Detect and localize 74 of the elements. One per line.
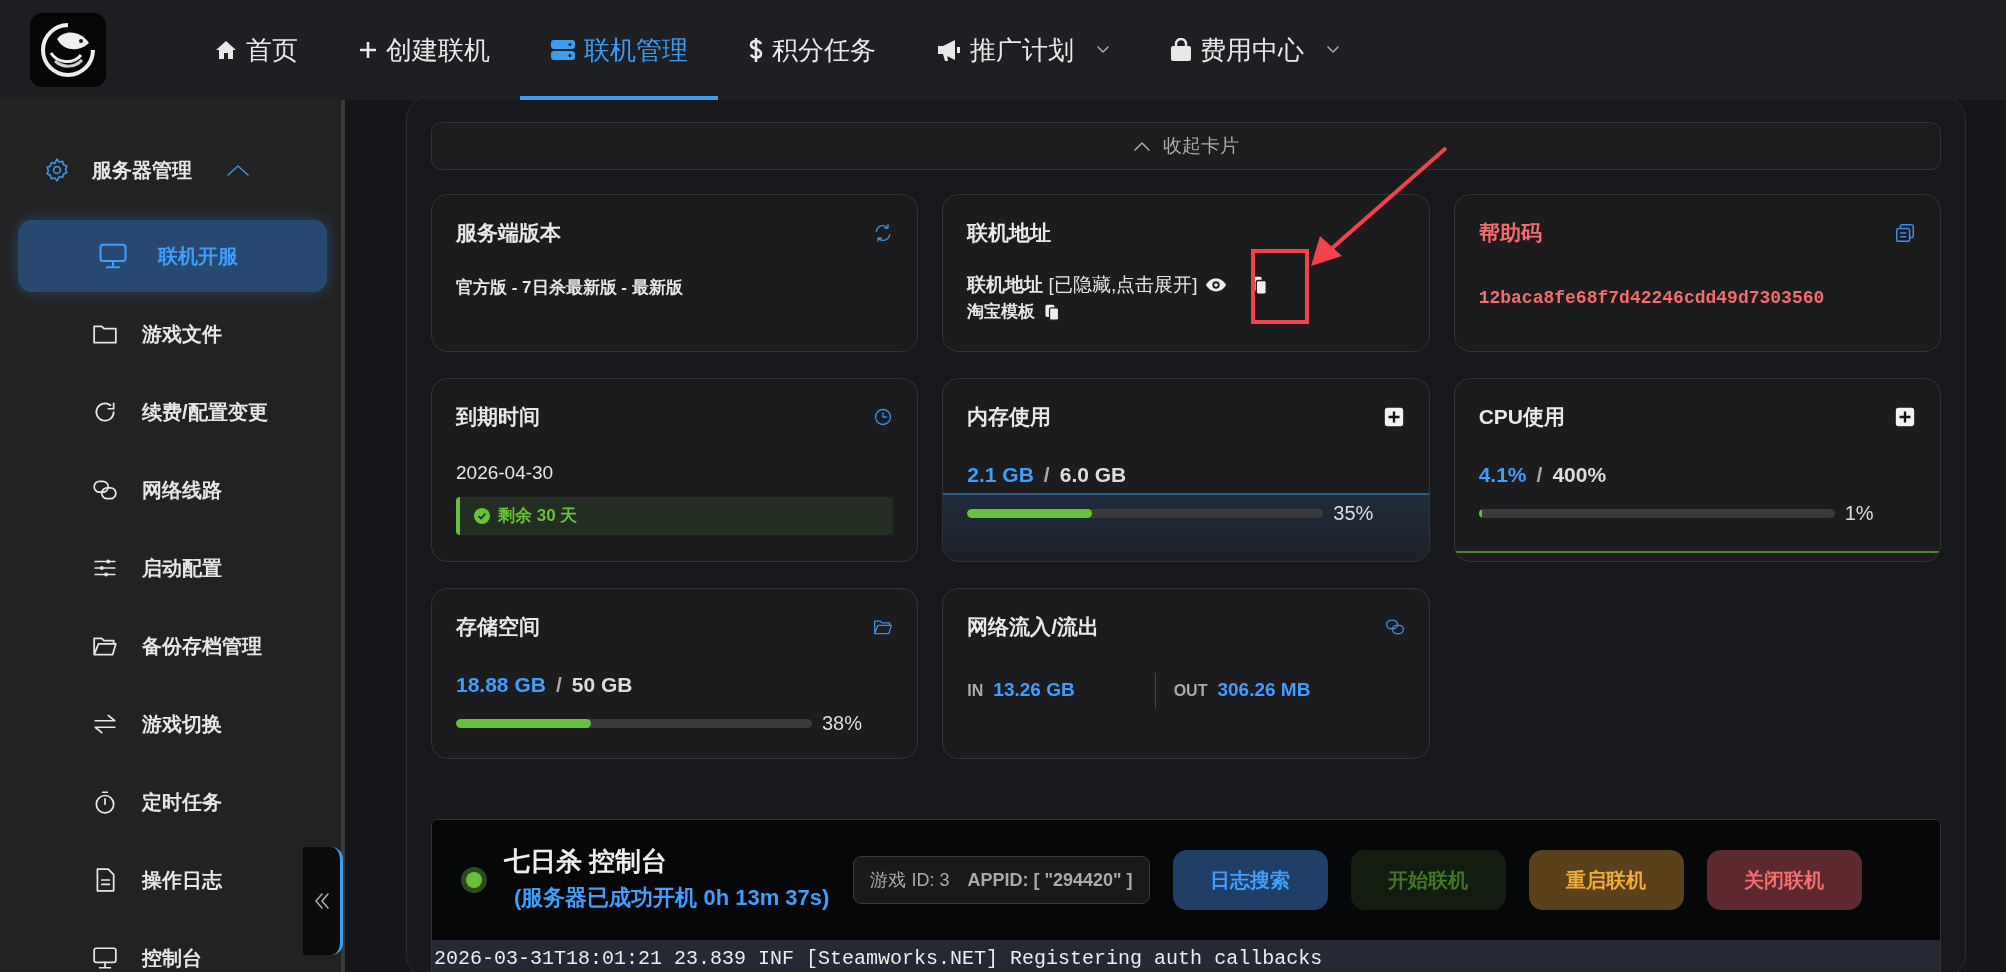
nav-tab[interactable]: 推广计划 xyxy=(906,0,1140,100)
card-title: 联机地址 xyxy=(967,220,1052,246)
card-title: 内存使用 xyxy=(967,404,1052,430)
sidebar-item[interactable]: 游戏切换 xyxy=(92,688,222,760)
copy-icon xyxy=(1894,221,1916,244)
help-code: 12baca8fe68f7d42246cdd49d7303560 xyxy=(1478,286,1826,310)
card-title: CPU使用 xyxy=(1478,404,1565,430)
percent-text: 35% xyxy=(1333,501,1374,526)
gear-icon xyxy=(44,157,70,183)
slash-separator: / xyxy=(1043,461,1050,488)
out-value: 306.26 MB xyxy=(1217,678,1311,703)
total-value: 50 GB xyxy=(571,671,633,698)
plus-square-icon xyxy=(1382,405,1405,428)
sidebar-item[interactable]: 启动配置 xyxy=(92,532,222,604)
link-icon xyxy=(92,477,118,503)
remaining-badge: 剩余 30 天 xyxy=(456,497,894,535)
console-button[interactable]: 日志搜索 xyxy=(1172,850,1328,910)
switch-arrows-icon xyxy=(92,711,118,737)
percent-text: 1% xyxy=(1844,501,1874,526)
nav-tab[interactable]: 积分任务 xyxy=(718,0,906,100)
sidebar-item[interactable]: 操作日志 xyxy=(92,844,222,916)
out-label: OUT xyxy=(1173,680,1208,701)
fish-logo[interactable] xyxy=(30,13,106,87)
home-icon xyxy=(214,38,238,62)
double-chevron-left-icon xyxy=(313,892,330,910)
check-circle-icon xyxy=(474,508,490,524)
dollar-icon xyxy=(748,37,764,63)
nav-tab[interactable]: 费用中心 xyxy=(1140,0,1370,100)
card-title: 帮助码 xyxy=(1478,220,1542,246)
sidebar-item[interactable]: 游戏文件 xyxy=(92,298,222,370)
sidebar-item[interactable]: 网络线路 xyxy=(92,454,222,526)
percent-text: 38% xyxy=(822,711,863,736)
total-value: 6.0 GB xyxy=(1059,461,1127,488)
server-status: (服务器已成功开机 0h 13m 37s) xyxy=(514,884,830,912)
sidebar-item[interactable]: 备份存档管理 xyxy=(92,610,262,682)
used-value: 2.1 GB xyxy=(967,461,1034,488)
app-id: APPID: [ "294420" ] xyxy=(967,868,1133,892)
collapse-sidebar-button[interactable] xyxy=(303,847,343,955)
slash-separator: / xyxy=(1536,461,1543,488)
card-title: 到期时间 xyxy=(456,404,540,430)
template-label: 淘宝模板 xyxy=(967,301,1036,323)
in-value: 13.26 GB xyxy=(993,678,1075,703)
eye-icon xyxy=(1205,276,1228,293)
address-text: 联机地址 [已隐藏,点击展开] xyxy=(967,272,1198,297)
used-value: 18.88 GB xyxy=(456,671,546,698)
chevron-up-icon xyxy=(1133,140,1151,152)
card-title: 网络流入/流出 xyxy=(967,614,1100,640)
in-label: IN xyxy=(967,680,984,701)
clock-icon xyxy=(873,406,894,427)
log-line: 2026-03-31T18:01:21 23.839 INF [Steamworks.NET] Registering auth callbacks xyxy=(434,946,1324,972)
version-text: 官方版 - 7日杀最新版 - 最新版 xyxy=(456,276,684,299)
console-button[interactable]: 重启联机 xyxy=(1528,850,1684,910)
nav-tab[interactable]: 首页 xyxy=(184,0,328,100)
game-id: 游戏 ID: 3 xyxy=(870,868,950,892)
sidebar-item[interactable]: 续费/配置变更 xyxy=(92,376,268,448)
monitor-icon xyxy=(98,241,128,271)
console-button[interactable]: 关闭联机 xyxy=(1706,850,1862,910)
card-title: 存储空间 xyxy=(456,614,540,640)
slash-separator: / xyxy=(555,671,562,698)
used-value: 4.1% xyxy=(1478,461,1527,488)
sidebar-item[interactable]: 控制台 xyxy=(92,922,202,972)
plus-square-icon xyxy=(1894,405,1916,428)
megaphone-icon xyxy=(936,38,962,62)
card-title: 服务端版本 xyxy=(456,220,561,246)
nav-tab[interactable]: 创建联机 xyxy=(328,0,520,100)
collapse-cards-button[interactable]: 收起卡片 xyxy=(431,122,1941,170)
monitor-icon xyxy=(92,945,118,971)
group-label: 服务器管理 xyxy=(92,158,192,183)
expiry-date: 2026-04-30 xyxy=(456,460,555,485)
console-title: 七日杀 控制台 xyxy=(504,845,669,878)
sidebar-item[interactable]: 定时任务 xyxy=(92,766,222,838)
server-icon xyxy=(550,38,576,62)
total-value: 400% xyxy=(1552,461,1607,488)
plus-icon xyxy=(358,40,378,60)
